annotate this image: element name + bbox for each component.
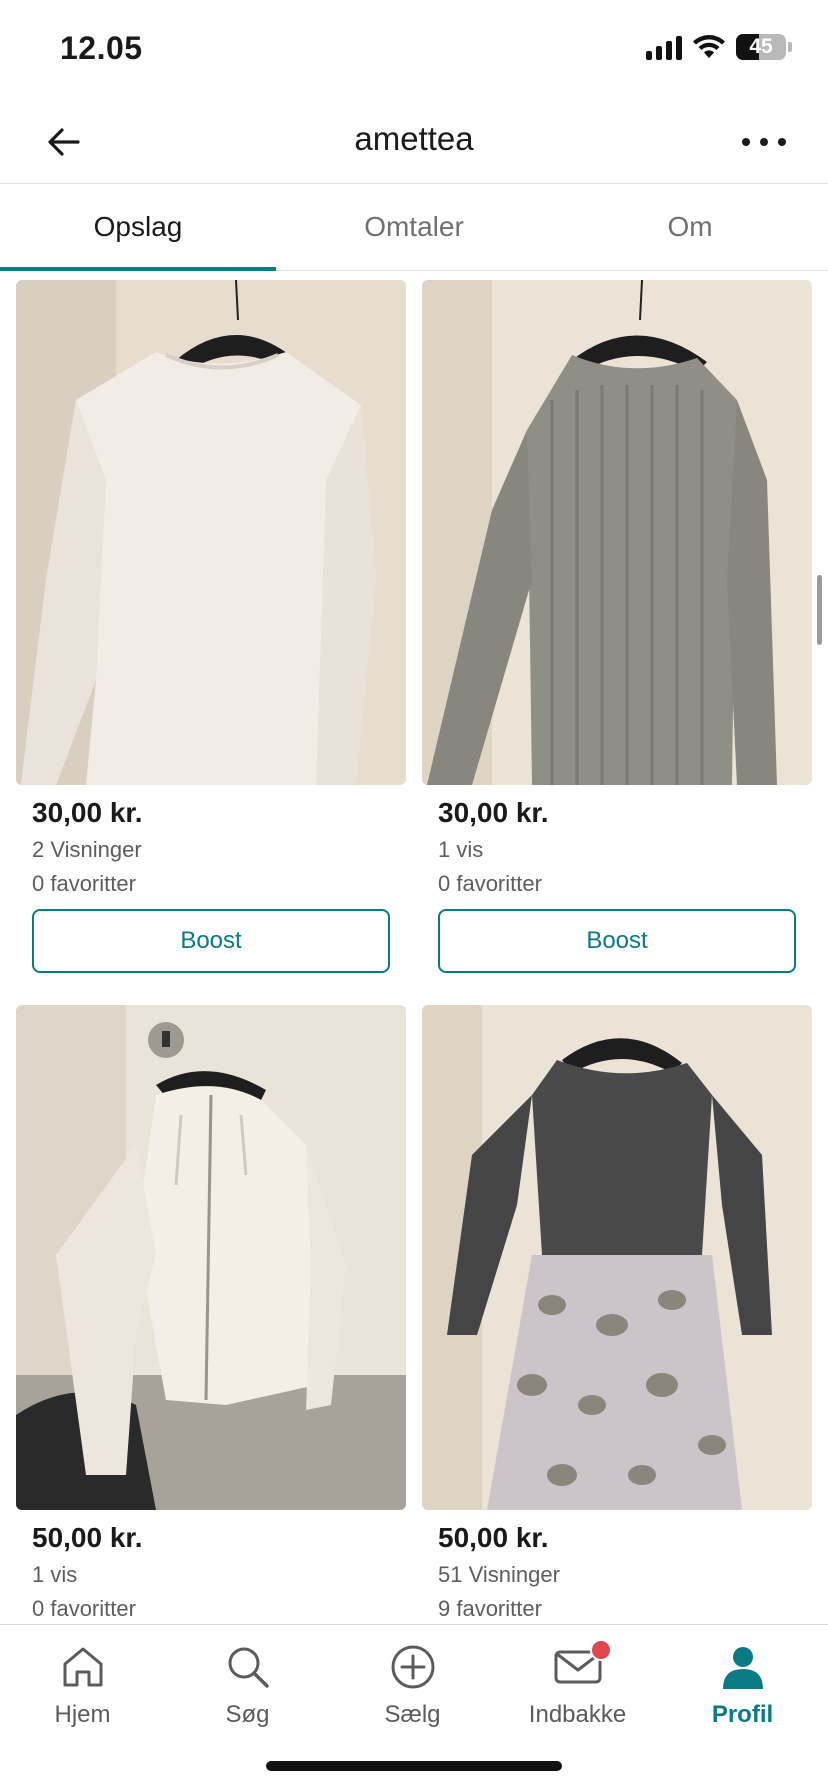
boost-button[interactable]: Boost [438, 909, 796, 973]
status-time: 12.05 [60, 30, 143, 66]
app-header: amettea [0, 100, 828, 184]
notification-badge [590, 1639, 612, 1661]
boost-button[interactable]: Boost [32, 909, 390, 973]
listing-favorites: 0 favoritter [32, 871, 136, 896]
listing-price: 30,00 kr. [32, 797, 143, 828]
listing-favorites: 9 favoritter [438, 1596, 542, 1621]
listing-photo[interactable] [16, 280, 406, 785]
nav-label: Indbakke [528, 1701, 627, 1728]
listing-price: 50,00 kr. [32, 1522, 143, 1553]
nav-item-home[interactable]: Hjem [0, 1637, 165, 1729]
listing-card[interactable]: 30,00 kr. 2 Visninger 0 favoritter Boost [16, 280, 406, 973]
nav-item-profile[interactable]: Profil [660, 1637, 825, 1729]
listing-views: 2 Visninger [32, 837, 142, 862]
nav-label: Hjem [54, 1701, 111, 1728]
nav-label: Profil [711, 1701, 774, 1728]
listing-price: 50,00 kr. [438, 1522, 549, 1553]
nav-label: Sælg [384, 1701, 441, 1728]
cellular-signal-icon [646, 34, 682, 60]
tab-omtaler[interactable]: Omtaler [276, 185, 552, 270]
battery-level: 45 [749, 35, 773, 58]
listing-favorites: 0 favoritter [438, 871, 542, 896]
listing-price: 30,00 kr. [438, 797, 549, 828]
more-options-button[interactable] [736, 118, 792, 166]
listing-photo[interactable] [422, 280, 812, 785]
battery-cap [788, 42, 792, 52]
listing-photo[interactable] [16, 1005, 406, 1510]
wifi-icon [693, 35, 725, 58]
battery-icon: 45 [736, 34, 786, 60]
listing-card[interactable]: 50,00 kr. 1 vis 0 favoritter [16, 1005, 406, 1622]
nav-item-inbox[interactable]: Indbakke [495, 1637, 660, 1729]
listing-card[interactable]: 30,00 kr. 1 vis 0 favoritter Boost [422, 280, 812, 973]
plus-circle-icon [391, 1645, 434, 1689]
listing-views: 1 vis [32, 1562, 78, 1587]
listing-card[interactable]: 50,00 kr. 51 Visninger 9 favoritter [422, 1005, 812, 1622]
ribbed-sweater-image [422, 280, 812, 785]
listing-favorites: 0 favoritter [32, 1596, 136, 1621]
scrollbar-thumb[interactable] [817, 575, 822, 645]
hoodie-image [16, 1005, 406, 1510]
tab-om[interactable]: Om [552, 185, 828, 270]
home-icon [63, 1647, 102, 1687]
listing-views: 51 Visninger [438, 1562, 560, 1587]
nav-item-search[interactable]: Søg [165, 1637, 330, 1729]
dress-image [422, 1005, 812, 1510]
status-bar: 12.05 45 [0, 0, 828, 100]
listing-views: 1 vis [438, 837, 484, 862]
search-icon [228, 1647, 269, 1688]
tab-opslag[interactable]: Opslag [0, 185, 276, 271]
nav-label: Søg [225, 1701, 270, 1728]
profile-tabs: Opslag Omtaler Om [0, 185, 828, 271]
sweater-image [16, 280, 406, 785]
more-horizontal-icon [742, 138, 786, 146]
nav-item-sell[interactable]: Sælg [330, 1637, 495, 1729]
status-icons: 45 [646, 34, 792, 60]
profile-icon [722, 1647, 763, 1689]
page-title: amettea [354, 120, 474, 157]
listing-photo[interactable] [422, 1005, 812, 1510]
home-indicator [266, 1761, 562, 1771]
